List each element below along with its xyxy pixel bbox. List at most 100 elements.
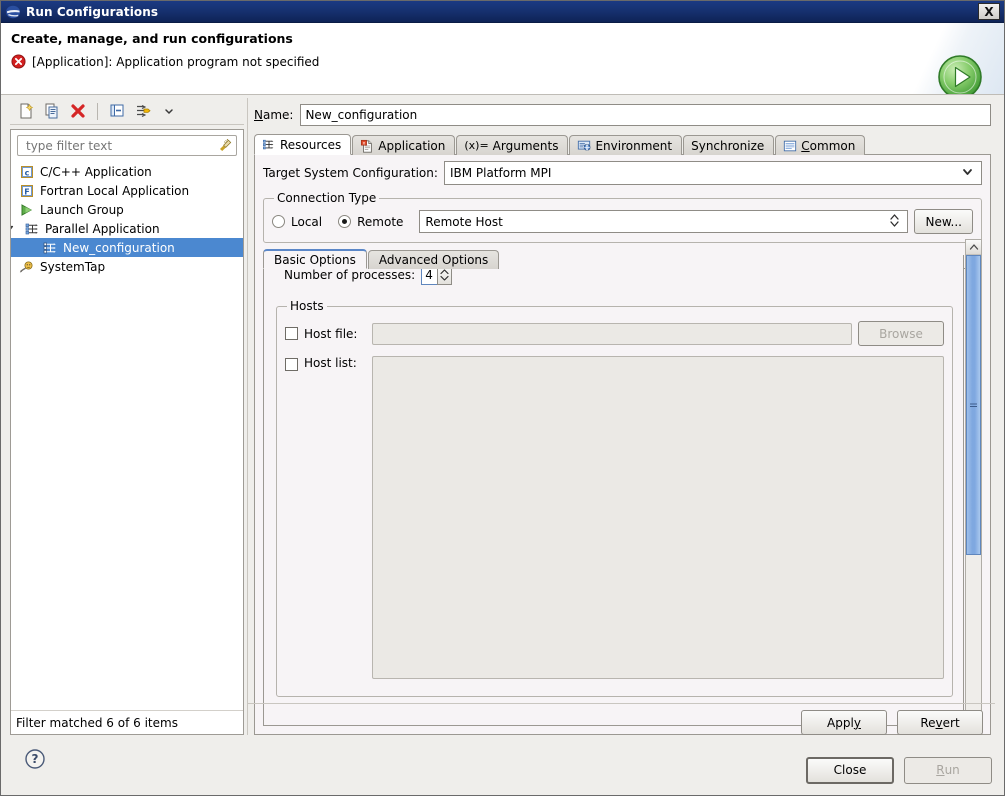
c-application-icon: c [19, 164, 35, 180]
tree-item-label: Fortran Local Application [40, 183, 190, 198]
tab-label: Arguments [492, 138, 559, 153]
browse-button: Browse [858, 321, 944, 346]
launch-group-icon [19, 202, 35, 218]
tab-advanced-options[interactable]: Advanced Options [367, 250, 500, 269]
tab-label: Application [378, 138, 446, 153]
name-row: Name: [254, 104, 991, 126]
dialog-body: c C/C++ Application F [1, 96, 1004, 795]
common-icon [783, 139, 797, 153]
dialog-footer: Close Run [1, 745, 1004, 795]
configuration-name-input[interactable] [300, 104, 991, 126]
tree-item-systemtap[interactable]: SystemTap [11, 257, 243, 276]
radio-local[interactable] [272, 215, 285, 228]
tab-environment[interactable]: Environment [569, 135, 683, 155]
search-input[interactable] [24, 137, 217, 154]
host-file-label: Host file: [304, 326, 358, 341]
arguments-icon: (x)= [464, 139, 489, 152]
target-system-value: IBM Platform MPI [449, 166, 552, 180]
chevron-down-icon [961, 165, 974, 181]
chevron-down-icon[interactable] [157, 100, 181, 122]
tab-application[interactable]: x Application [352, 135, 456, 155]
configuration-editor-panel: Name: Resources [247, 98, 995, 735]
tree-item-label: New_configuration [63, 240, 175, 255]
collapse-all-icon[interactable] [105, 100, 129, 122]
host-file-checkbox[interactable] [285, 327, 298, 340]
resources-tab-panel: Target System Configuration: IBM Platfor… [254, 155, 991, 735]
host-list-checkbox[interactable] [285, 358, 298, 371]
tab-label: Common [801, 138, 856, 153]
resources-icon [262, 138, 276, 152]
twisty-expanded-icon[interactable] [11, 222, 15, 235]
clear-filter-icon[interactable] [217, 136, 233, 155]
filter-status-text: Filter matched 6 of 6 items [11, 710, 243, 734]
tree-item-launch-group[interactable]: Launch Group [11, 200, 243, 219]
remote-host-value: Remote Host [425, 214, 503, 229]
new-configuration-icon[interactable] [14, 100, 38, 122]
tree-item-c-cpp-application[interactable]: c C/C++ Application [11, 162, 243, 181]
scrollbar-vertical[interactable] [965, 239, 982, 726]
remote-host-combo[interactable]: Remote Host [419, 210, 909, 233]
apply-button[interactable]: Appl y [801, 710, 887, 735]
tab-arguments[interactable]: (x)= Arguments [456, 135, 569, 155]
name-label: Name: [254, 108, 294, 122]
target-system-label: Target System Configuration: [263, 166, 438, 180]
filter-icon[interactable] [131, 100, 155, 122]
tree-item-label: Launch Group [40, 202, 124, 217]
hosts-group: Hosts Host file: Browse Host list: [276, 299, 953, 697]
up-down-arrow-icon [889, 213, 900, 231]
close-icon[interactable]: X [978, 3, 1000, 20]
host-list-textarea [372, 356, 944, 679]
close-button[interactable]: Close [806, 756, 894, 784]
svg-text:x: x [363, 141, 366, 146]
validation-message: [Application]: Application program not s… [11, 54, 992, 69]
filter-field[interactable] [17, 135, 237, 156]
radio-remote-label[interactable]: Remote [357, 215, 403, 229]
configuration-tabs: Resources x Application (x)= Arguments E… [254, 134, 991, 155]
configurations-panel: c C/C++ Application F [10, 98, 244, 735]
application-icon: x [360, 139, 374, 153]
target-system-combo[interactable]: IBM Platform MPI [443, 161, 982, 185]
scrollbar-thumb[interactable] [966, 255, 981, 556]
host-list-label: Host list: [304, 356, 357, 370]
new-connection-button[interactable]: New... [914, 209, 973, 234]
window-title: Run Configurations [26, 4, 159, 19]
error-icon [11, 54, 26, 69]
connection-type-group: Connection Type Local Remote Remote Host [263, 191, 982, 243]
tree-item-new-configuration[interactable]: New_configuration [11, 238, 243, 257]
tree-item-fortran-local-application[interactable]: F Fortran Local Application [11, 181, 243, 200]
page-title: Create, manage, and run configurations [11, 31, 293, 46]
tab-synchronize[interactable]: Synchronize [683, 135, 775, 155]
dialog-banner: Create, manage, and run configurations [… [1, 23, 1004, 95]
radio-local-label[interactable]: Local [291, 215, 322, 229]
filter-row [11, 130, 243, 160]
environment-icon [577, 139, 591, 153]
tab-label: Resources [280, 137, 342, 152]
revert-button[interactable]: Re v ert [897, 710, 983, 735]
radio-remote[interactable] [338, 215, 352, 228]
hosts-legend: Hosts [290, 299, 324, 313]
tab-common[interactable]: Common [775, 135, 866, 155]
scroll-up-icon[interactable] [966, 240, 981, 255]
delete-configuration-icon[interactable] [66, 100, 90, 122]
tree-item-label: C/C++ Application [40, 164, 152, 179]
toolbar-separator [97, 102, 98, 120]
systemtap-icon [19, 259, 35, 275]
run-button: Run [904, 756, 992, 784]
tab-resources[interactable]: Resources [254, 134, 352, 155]
target-system-row: Target System Configuration: IBM Platfor… [263, 161, 982, 185]
title-bar: Run Configurations X [1, 1, 1004, 23]
duplicate-configuration-icon[interactable] [40, 100, 64, 122]
tab-basic-options[interactable]: Basic Options [263, 249, 367, 269]
scroll-grip-icon [970, 403, 977, 407]
tab-label: Synchronize [691, 138, 765, 153]
connection-type-legend: Connection Type [277, 191, 377, 205]
run-green-play-icon [936, 53, 984, 94]
scrollbar-track[interactable] [966, 255, 981, 710]
number-of-processes-label: Number of processes: [284, 268, 416, 282]
parallel-application-icon [24, 221, 40, 237]
configurations-tree[interactable]: c C/C++ Application F Fortran Local Appl… [11, 160, 243, 710]
run-configurations-dialog: Run Configurations X Create, manage, and… [0, 0, 1005, 796]
tree-item-label: SystemTap [40, 259, 106, 274]
svg-text:c: c [25, 168, 30, 177]
tree-item-parallel-application[interactable]: Parallel Application [11, 219, 243, 238]
